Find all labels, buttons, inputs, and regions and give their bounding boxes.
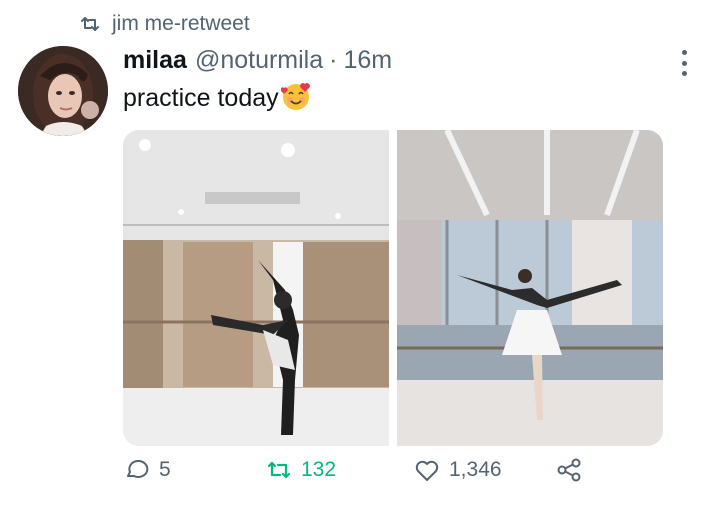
separator-dot: · (329, 46, 338, 74)
retweet-icon (267, 461, 291, 479)
avatar[interactable] (18, 46, 108, 136)
more-dot-icon (681, 60, 687, 66)
reply-button[interactable]: 5 (123, 456, 171, 484)
more-dot-icon (681, 50, 687, 55)
media-photo-2[interactable] (397, 130, 663, 446)
like-count: 1,346 (449, 458, 502, 481)
user-handle[interactable]: @noturmila (195, 46, 323, 75)
more-options-button[interactable] (672, 50, 696, 76)
tweet-text: practice today (123, 80, 313, 113)
ballet-studio-photo-2 (397, 130, 663, 446)
ballet-studio-photo-1 (123, 130, 389, 446)
reply-icon (127, 460, 149, 478)
share-icon (557, 458, 581, 482)
media-photo-1[interactable] (123, 130, 389, 446)
reply-count: 5 (159, 458, 171, 481)
more-dot-icon (681, 71, 687, 76)
smiling-face-with-hearts-icon (280, 83, 310, 110)
avatar-image (18, 46, 108, 136)
heart-icon (415, 460, 439, 481)
retweet-context-text: jim me-retweet (112, 12, 250, 35)
display-name[interactable]: milaa (123, 46, 187, 75)
tweet-timestamp[interactable]: 16m (343, 46, 392, 75)
share-button[interactable] (555, 456, 583, 484)
tweet-text-content: practice today (123, 84, 279, 112)
tweet-media (123, 130, 663, 446)
tweet-header: milaa @noturmila · 16m (123, 46, 392, 75)
tweet-actions: 5 132 1,346 (123, 456, 593, 494)
retweet-count: 132 (301, 458, 337, 481)
retweet-context[interactable]: jim me-retweet (78, 12, 250, 36)
retweet-icon (81, 17, 99, 31)
like-button[interactable]: 1,346 (413, 456, 502, 484)
retweet-button[interactable]: 132 (265, 456, 336, 484)
